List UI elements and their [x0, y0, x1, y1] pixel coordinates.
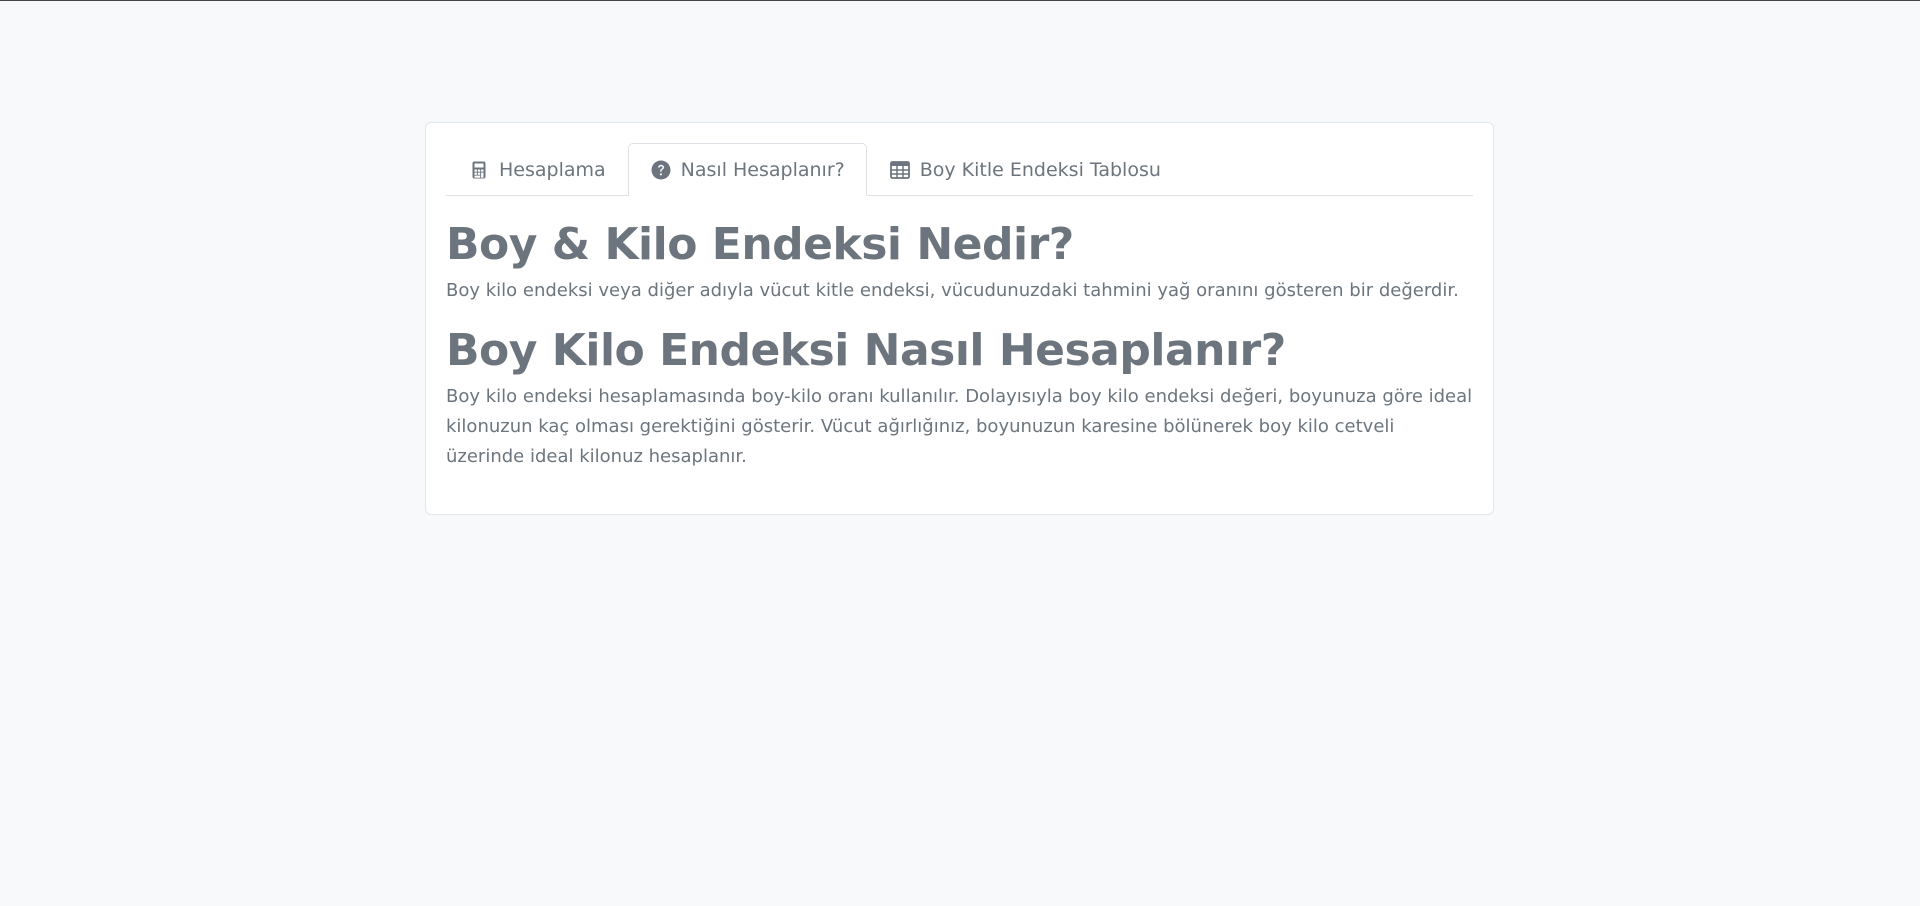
table-icon	[889, 159, 911, 181]
heading-how-calculated: Boy Kilo Endeksi Nasıl Hesaplanır?	[446, 325, 1286, 376]
paragraph-how-calculated: Boy kilo endeksi hesaplamasında boy-kilo…	[446, 386, 1473, 467]
content-card: Hesaplama Nasıl Hesaplanır? Boy Kitle En…	[425, 122, 1494, 515]
paragraph-what-is: Boy kilo endeksi veya diğer adıyla vücut…	[446, 280, 1459, 301]
tab-nasil-hesaplanir-label: Nasıl Hesaplanır?	[680, 158, 845, 181]
heading-what-is: Boy & Kilo Endeksi Nedir?	[446, 219, 1074, 270]
calculator-icon	[468, 159, 490, 181]
tab-boy-kitle-endeksi-tablosu-label: Boy Kitle Endeksi Tablosu	[919, 158, 1161, 181]
question-circle-icon	[650, 159, 672, 181]
tab-nasil-hesaplanir[interactable]: Nasıl Hesaplanır?	[627, 143, 867, 196]
tab-hesaplama-label: Hesaplama	[499, 158, 606, 181]
tab-hesaplama[interactable]: Hesaplama	[446, 143, 628, 196]
tab-boy-kitle-endeksi-tablosu[interactable]: Boy Kitle Endeksi Tablosu	[867, 143, 1183, 196]
tab-content: Boy & Kilo Endeksi Nedir? Boy kilo endek…	[446, 196, 1473, 472]
tab-bar: Hesaplama Nasıl Hesaplanır? Boy Kitle En…	[446, 143, 1473, 196]
